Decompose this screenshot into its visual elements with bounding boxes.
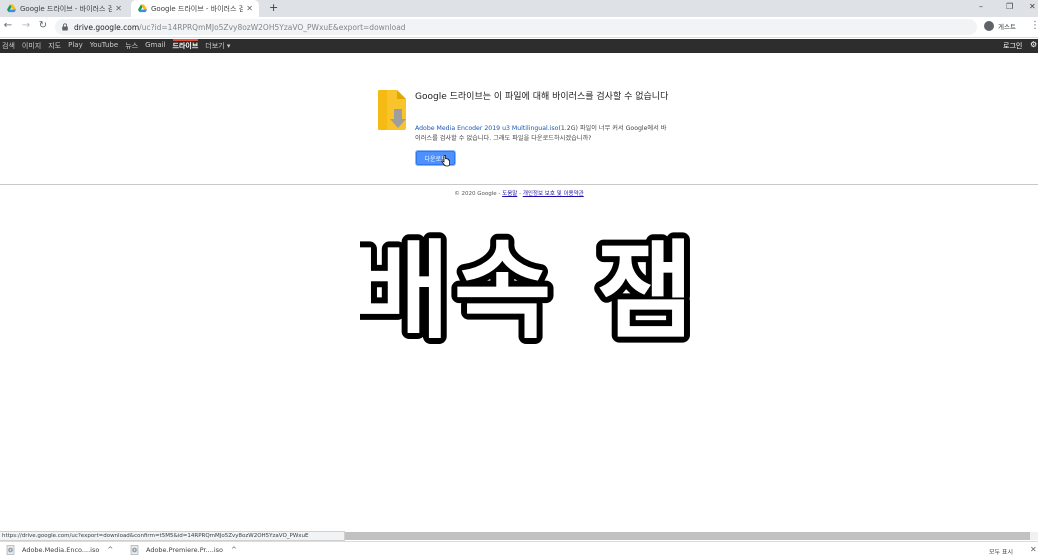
guest-avatar-icon (984, 21, 994, 31)
google-drive-favicon-icon (138, 4, 147, 13)
scrollbar-track-end (1030, 532, 1038, 540)
privacy-terms-link[interactable]: 개인정보 보호 및 이용약관 (523, 191, 584, 197)
google-bar: 검색 이미지 지도 Play YouTube 뉴스 Gmail 드라이브 더보기… (0, 39, 1038, 53)
gbar-link-youtube[interactable]: YouTube (90, 41, 118, 51)
profile-button[interactable]: 게스트 (984, 21, 1016, 31)
divider (0, 184, 1038, 185)
show-all-downloads-button[interactable]: 모두 표시 (989, 547, 1013, 556)
downloads-close-icon[interactable]: ✕ (1030, 545, 1037, 554)
gbar-link-maps[interactable]: 지도 (48, 41, 61, 51)
disc-image-file-icon (6, 545, 15, 555)
downloads-shelf: Adobe.Media.Enco....iso ^ Adobe.Premiere… (0, 541, 1038, 557)
gbar-link-images[interactable]: 이미지 (22, 41, 41, 51)
browser-menu-icon[interactable]: ⋮ (1030, 20, 1038, 31)
download-item-2[interactable]: Adobe.Premiere.Pr....iso ^ (130, 545, 237, 555)
address-bar[interactable]: drive.google.com/uc?id=14RPRQmMJo5Zvy8oz… (55, 19, 977, 35)
tab-1-title: Google 드라이브 - 바이러스 검 (20, 4, 113, 13)
page-footer: © 2020 Google - 도움말 - 개인정보 보호 및 이용약관 (0, 189, 1038, 197)
new-tab-button[interactable]: + (269, 1, 278, 14)
profile-label: 게스트 (998, 23, 1016, 31)
help-link[interactable]: 도움말 (502, 191, 517, 197)
tab-1-close-icon[interactable]: ✕ (115, 4, 122, 13)
gbar-link-search[interactable]: 검색 (2, 41, 15, 51)
browser-toolbar: ← → ↻ drive.google.com/uc?id=14RPRQmMJo5… (0, 17, 1038, 38)
forward-icon[interactable]: → (19, 20, 33, 31)
gbar-link-play[interactable]: Play (68, 41, 83, 51)
restore-icon[interactable]: ❐ (1006, 2, 1013, 11)
tab-2[interactable]: Google 드라이브 - 바이러스 검 ✕ (131, 0, 259, 17)
warning-heading: Google 드라이브는 이 파일에 대해 바이러스를 검사할 수 없습니다 (415, 92, 669, 102)
file-name-link[interactable]: Adobe Media Encoder 2019 u3 Multilingual… (415, 125, 558, 132)
google-bar-links: 검색 이미지 지도 Play YouTube 뉴스 Gmail 드라이브 더보기… (2, 39, 237, 51)
tab-2-close-icon[interactable]: ✕ (246, 4, 253, 13)
gbar-link-gmail[interactable]: Gmail (145, 41, 165, 51)
warning-description: Adobe Media Encoder 2019 u3 Multilingual… (415, 124, 670, 144)
video-caption-overlay: 배속 잼 (360, 225, 690, 355)
reload-icon[interactable]: ↻ (36, 20, 50, 31)
gbar-link-more[interactable]: 더보기 ▾ (205, 41, 230, 51)
copyright-text: © 2020 Google - (454, 191, 503, 197)
file-download-icon (378, 90, 406, 130)
gear-icon[interactable]: ⚙ (1030, 40, 1037, 49)
url-host: drive.google.com (74, 22, 140, 32)
download-item-1[interactable]: Adobe.Media.Enco....iso ^ (6, 545, 113, 555)
disc-image-file-icon (130, 545, 139, 555)
url-path: /uc?id=14RPRQmMJo5Zvy8ozW2OH5YzaVO_PWxuE… (139, 22, 406, 32)
login-link[interactable]: 로그인 (1003, 41, 1022, 51)
tab-1[interactable]: Google 드라이브 - 바이러스 검 ✕ (0, 0, 128, 17)
status-url-bubble: https://drive.google.com/uc?export=downl… (0, 531, 345, 541)
window-close-icon[interactable]: ✕ (1029, 2, 1036, 11)
google-drive-favicon-icon (7, 4, 16, 13)
chevron-up-icon[interactable]: ^ (107, 546, 113, 554)
chevron-up-icon[interactable]: ^ (231, 546, 237, 554)
tab-2-title: Google 드라이브 - 바이러스 검 (151, 4, 244, 13)
minimize-icon[interactable]: – (979, 2, 983, 11)
lock-icon (62, 23, 68, 31)
horizontal-scrollbar[interactable] (345, 532, 1038, 540)
download-item-2-name: Adobe.Premiere.Pr....iso (146, 546, 224, 554)
tab-strip: Google 드라이브 - 바이러스 검 ✕ Google 드라이브 - 바이러… (0, 0, 1038, 17)
mouse-pointer-icon (441, 155, 450, 167)
back-icon[interactable]: ← (1, 20, 15, 31)
gbar-link-drive[interactable]: 드라이브 (172, 39, 198, 51)
download-item-1-name: Adobe.Media.Enco....iso (22, 546, 100, 554)
caption-text: 배속 잼 (360, 230, 690, 353)
gbar-link-news[interactable]: 뉴스 (125, 41, 138, 51)
